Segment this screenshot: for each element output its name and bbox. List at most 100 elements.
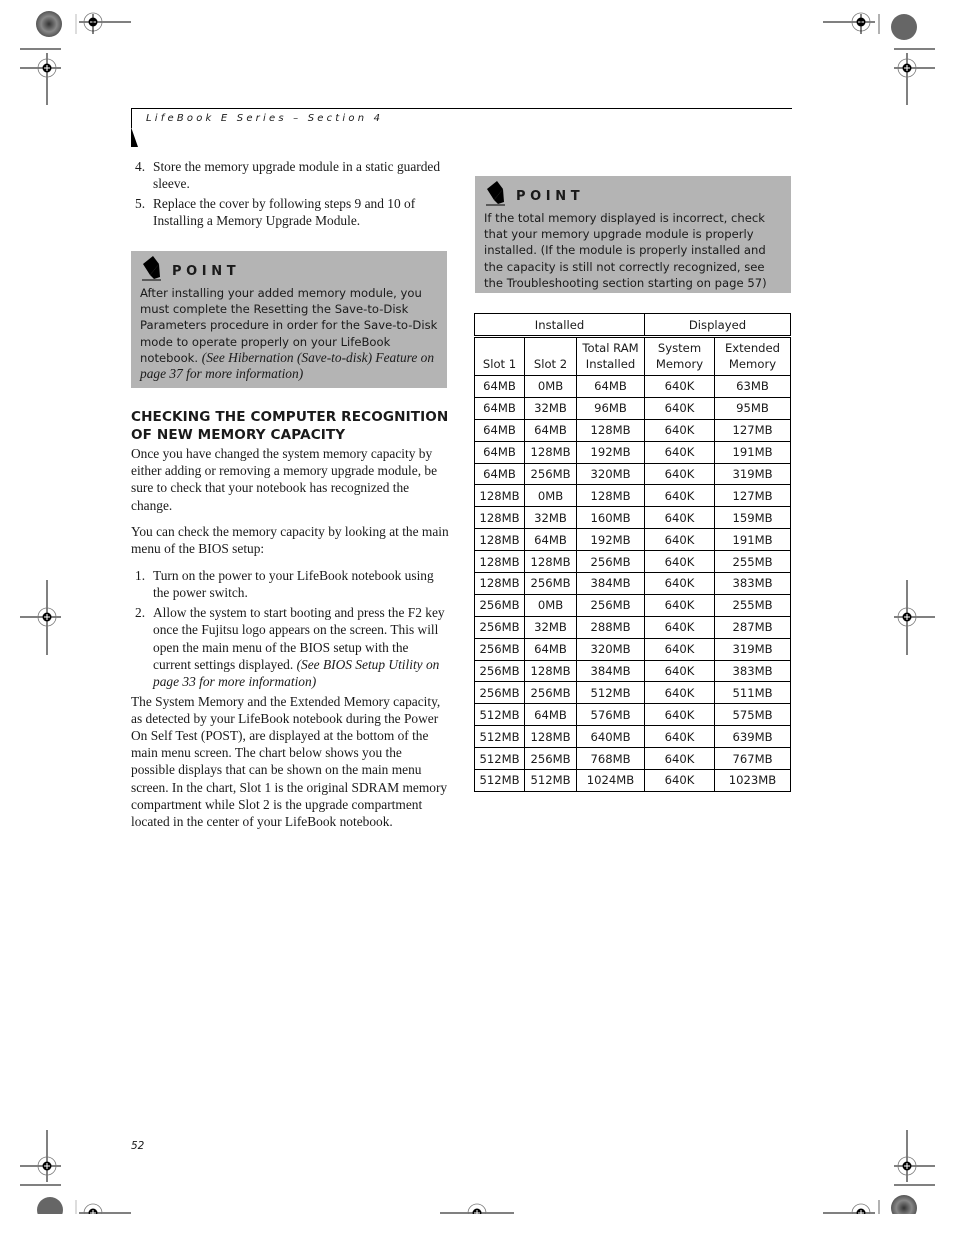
point-box-right: POINT If the total memory displayed is i…: [475, 176, 791, 293]
table-cell: 640K: [644, 725, 715, 749]
table-row: 128MB 128MB 256MB 640K 255MB: [474, 550, 791, 574]
table-cell: 384MB: [576, 572, 645, 595]
table-cell: 575MB: [714, 703, 791, 727]
color-dial-mark: [36, 11, 62, 37]
point-text: If the total memory displayed is incorre…: [484, 211, 767, 290]
table-cell: 64MB: [576, 375, 645, 398]
table-cell: 1024MB: [576, 769, 645, 792]
point-box-left: POINT After installing your added memory…: [131, 251, 447, 388]
table-row: 64MB 0MB 64MB 640K 63MB: [474, 375, 791, 398]
table-cell: 128MB: [474, 506, 525, 530]
table-cell: 511MB: [714, 681, 791, 705]
header-corner-triangle: [131, 127, 138, 147]
table-cell: 383MB: [714, 572, 791, 595]
header-corner-line: [131, 108, 132, 128]
table-row: 64MB 256MB 320MB 640K 319MB: [474, 462, 791, 486]
table-cell: 256MB: [576, 593, 645, 617]
table-cell: 128MB: [524, 440, 577, 464]
table-cell: 256MB: [576, 550, 645, 574]
memory-table-wrapper: Installed Displayed Slot 1 Slot 2 Total …: [474, 313, 791, 792]
table-cell: 128MB: [524, 659, 577, 683]
memory-table: Installed Displayed Slot 1 Slot 2 Total …: [474, 313, 791, 792]
table-row: 64MB 32MB 96MB 640K 95MB: [474, 396, 791, 420]
table-cell: 256MB: [474, 637, 525, 661]
table-row: 128MB 32MB 160MB 640K 159MB: [474, 506, 791, 530]
point-title: POINT: [172, 264, 241, 279]
table-row: 256MB 32MB 288MB 640K 287MB: [474, 615, 791, 639]
table-cell: 256MB: [474, 681, 525, 705]
body-text-left: Once you have changed the system memory …: [131, 445, 449, 830]
column-header: Extended Memory: [714, 336, 791, 376]
section-heading: CHECKING THE COMPUTER RECOGNITION OF NEW…: [131, 409, 449, 443]
table-cell: 127MB: [714, 418, 791, 442]
table-cell: 64MB: [474, 462, 525, 486]
table-row: 512MB 256MB 768MB 640K 767MB: [474, 747, 791, 771]
pencil-note-icon: [486, 181, 505, 206]
table-cell: 128MB: [474, 572, 525, 595]
column-header: Total RAM Installed: [576, 336, 645, 376]
table-cell: 256MB: [524, 681, 577, 705]
table-cell: 256MB: [524, 462, 577, 486]
list-item: 4. Store the memory upgrade module in a s…: [135, 159, 441, 192]
table-cell: 640K: [644, 681, 715, 705]
table-cell: 640K: [644, 550, 715, 574]
table-cell: 640K: [644, 747, 715, 771]
table-cell: 640K: [644, 593, 715, 617]
table-cell: 32MB: [524, 396, 577, 420]
table-cell: 128MB: [474, 528, 525, 552]
table-cell: 128MB: [474, 550, 525, 574]
paragraph: The System Memory and the Extended Memor…: [131, 693, 448, 830]
table-cell: 255MB: [714, 550, 791, 574]
table-cell: 640K: [644, 659, 715, 683]
table-row: 256MB 128MB 384MB 640K 383MB: [474, 659, 791, 683]
table-row: 64MB 128MB 192MB 640K 191MB: [474, 440, 791, 464]
table-cell: 64MB: [524, 703, 577, 727]
table-cell: 64MB: [524, 418, 577, 442]
paragraph: You can check the memory capacity by loo…: [131, 523, 449, 557]
table-cell: 640MB: [576, 725, 645, 749]
table-cell: 64MB: [524, 528, 577, 552]
table-row: 128MB 64MB 192MB 640K 191MB: [474, 528, 791, 552]
table-cell: 95MB: [714, 396, 791, 420]
table-cell: 640K: [644, 462, 715, 486]
table-cell: 512MB: [576, 681, 645, 705]
table-row: 64MB 64MB 128MB 640K 127MB: [474, 418, 791, 442]
table-cell: 128MB: [576, 418, 645, 442]
table-cell: 640K: [644, 418, 715, 442]
table-row: 128MB 256MB 384MB 640K 383MB: [474, 572, 791, 595]
table-cell: 640K: [644, 396, 715, 420]
table-cell: 640K: [644, 572, 715, 595]
table-row: 256MB 256MB 512MB 640K 511MB: [474, 681, 791, 705]
table-cell: 640K: [644, 506, 715, 530]
table-cell: 256MB: [474, 593, 525, 617]
table-cell: 160MB: [576, 506, 645, 530]
column-header: System Memory: [644, 336, 715, 376]
page-number: 52: [131, 1140, 145, 1152]
table-cell: 512MB: [474, 747, 525, 771]
table-cell: 639MB: [714, 725, 791, 749]
table-cell: 320MB: [576, 637, 645, 661]
table-cell: 191MB: [714, 528, 791, 552]
table-cell: 288MB: [576, 615, 645, 639]
table-cell: 192MB: [576, 440, 645, 464]
table-cell: 319MB: [714, 637, 791, 661]
list-item: 5. Replace the cover by following steps 9…: [135, 195, 416, 229]
table-cell: 127MB: [714, 484, 791, 508]
table-cell: 576MB: [576, 703, 645, 727]
table-cell: 383MB: [714, 659, 791, 683]
table-cell: 640K: [644, 703, 715, 727]
column-header: Slot 1: [474, 336, 525, 376]
table-cell: 512MB: [524, 769, 577, 792]
list-item: 1. Turn on the power to your LifeBook not…: [135, 568, 434, 601]
table-cell: 63MB: [714, 375, 791, 398]
table-cell: 384MB: [576, 659, 645, 683]
table-cell: 640K: [644, 615, 715, 639]
point-text: After installing your added memory modul…: [140, 286, 438, 382]
group-header-displayed: Displayed: [644, 313, 791, 338]
table-cell: 512MB: [474, 725, 525, 749]
table-cell: 128MB: [576, 484, 645, 508]
table-cell: 640K: [644, 440, 715, 464]
table-row: 512MB 64MB 576MB 640K 575MB: [474, 703, 791, 727]
group-header-installed: Installed: [474, 313, 645, 338]
table-cell: 32MB: [524, 506, 577, 530]
